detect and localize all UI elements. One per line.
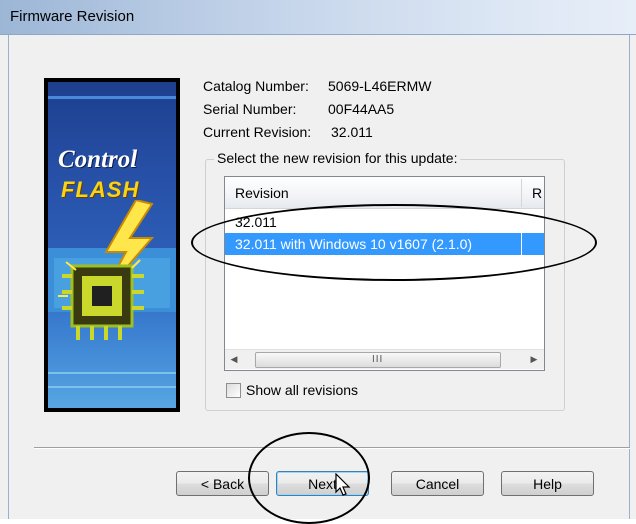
window-title: Firmware Revision <box>10 8 135 25</box>
column-divider[interactable] <box>521 179 522 207</box>
mouse-pointer-icon <box>335 473 351 496</box>
revision-list[interactable]: Revision R 32.011 32.011 with Windows 10… <box>224 176 545 371</box>
divider <box>34 447 630 449</box>
next-button[interactable]: Next <box>276 471 369 496</box>
cancel-button[interactable]: Cancel <box>391 471 484 496</box>
catalog-number-value: 5069-L46ERMW <box>328 78 432 94</box>
scroll-left-arrow-icon[interactable]: ◀ <box>225 350 243 369</box>
list-item-selected[interactable]: 32.011 with Windows 10 v1607 (2.1.0) <box>225 233 544 255</box>
controlflash-logo: Control FLASH <box>44 78 180 412</box>
title-bar[interactable]: Firmware Revision <box>0 0 636 35</box>
column-header-r[interactable]: R <box>532 185 542 201</box>
list-item-revision: 32.011 <box>235 214 277 230</box>
column-header-revision[interactable]: Revision <box>235 185 289 201</box>
firmware-revision-dialog: Firmware Revision Control FLASH Catalog … <box>0 0 636 524</box>
groupbox-label: Select the new revision for this update: <box>214 150 461 166</box>
current-revision-label: Current Revision: <box>203 124 312 140</box>
show-all-revisions-label[interactable]: Show all revisions <box>246 382 358 398</box>
current-revision-value: 32.011 <box>331 124 373 140</box>
serial-number-value: 00F44AA5 <box>328 101 395 117</box>
list-item[interactable]: 32.011 <box>225 211 544 233</box>
scroll-right-arrow-icon[interactable]: ▶ <box>525 350 543 369</box>
catalog-number-label: Catalog Number: <box>203 78 309 94</box>
show-all-revisions-checkbox[interactable] <box>226 383 241 398</box>
serial-number-label: Serial Number: <box>203 101 297 117</box>
logo-control-text: Control <box>58 146 138 173</box>
chip-lightning-icon <box>48 200 176 340</box>
column-divider <box>521 233 522 255</box>
list-item-revision: 32.011 with Windows 10 v1607 (2.1.0) <box>235 236 473 252</box>
help-button[interactable]: Help <box>501 471 594 496</box>
back-button[interactable]: < Back <box>176 471 269 496</box>
scrollbar-grip: III <box>372 354 384 365</box>
scrollbar-thumb[interactable]: III <box>255 352 501 368</box>
horizontal-scrollbar[interactable]: ◀ III ▶ <box>225 349 544 369</box>
list-header: Revision R <box>225 177 544 209</box>
